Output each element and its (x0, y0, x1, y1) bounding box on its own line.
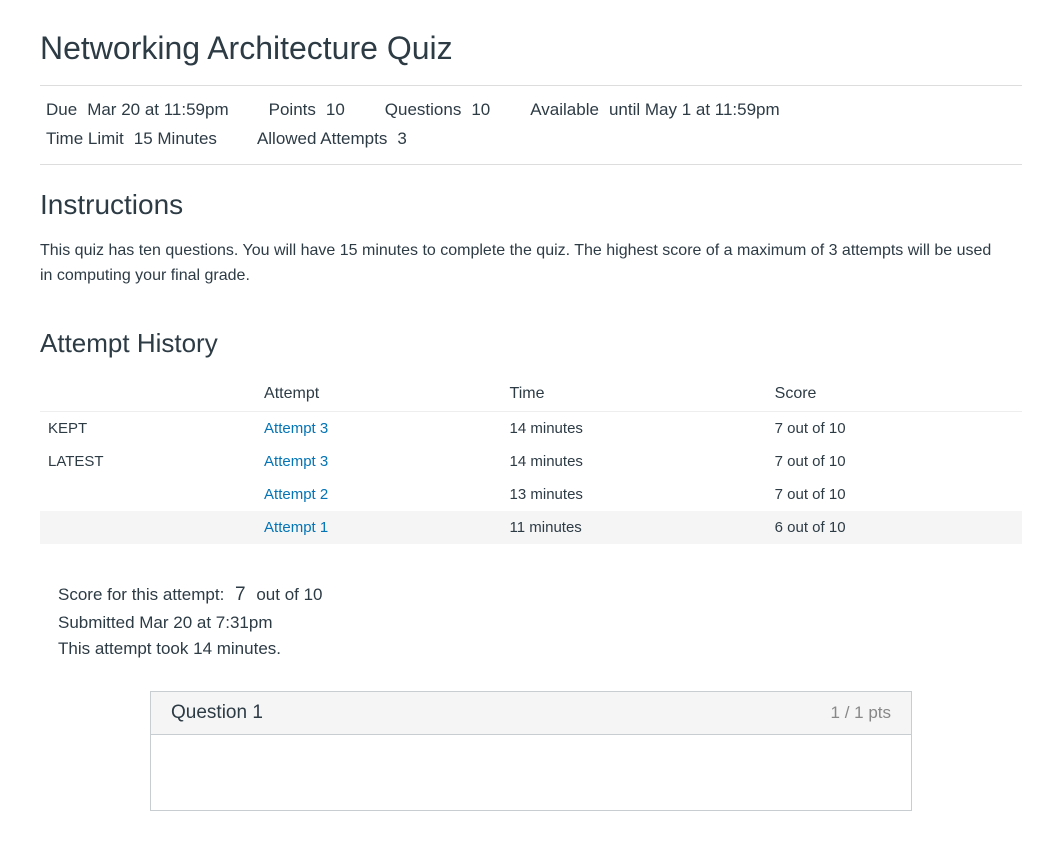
meta-questions: Questions 10 (385, 96, 490, 125)
attempt-history-table: Attempt Time Score KEPT Attempt 3 14 min… (40, 377, 1022, 544)
table-row: LATEST Attempt 3 14 minutes 7 out of 10 (40, 445, 1022, 478)
attempt-history-heading: Attempt History (40, 328, 1022, 359)
score-label: Score for this attempt: (58, 585, 224, 604)
row-time: 14 minutes (502, 412, 767, 446)
col-score-header: Score (767, 377, 1022, 412)
row-badge: LATEST (40, 445, 256, 478)
meta-allowed-label: Allowed Attempts (257, 125, 387, 154)
row-score: 7 out of 10 (767, 478, 1022, 511)
row-time: 14 minutes (502, 445, 767, 478)
quiz-title: Networking Architecture Quiz (40, 30, 1022, 67)
meta-timelimit-label: Time Limit (46, 125, 124, 154)
question-card: Question 1 1 / 1 pts (150, 691, 912, 811)
row-score: 7 out of 10 (767, 445, 1022, 478)
row-score: 7 out of 10 (767, 412, 1022, 446)
score-value: 7 (229, 580, 252, 609)
meta-allowed: Allowed Attempts 3 (257, 125, 407, 154)
score-summary: Score for this attempt: 7 out of 10 Subm… (40, 580, 1022, 662)
table-row: Attempt 1 11 minutes 6 out of 10 (40, 511, 1022, 544)
instructions-heading: Instructions (40, 189, 1022, 221)
row-badge (40, 478, 256, 511)
score-suffix: out of 10 (256, 585, 322, 604)
duration-text: This attempt took 14 minutes. (58, 636, 1004, 662)
submitted-text: Submitted Mar 20 at 7:31pm (58, 610, 1004, 636)
meta-allowed-value: 3 (397, 125, 406, 154)
meta-questions-value: 10 (471, 96, 490, 125)
question-title: Question 1 (171, 702, 263, 724)
meta-available-value: until May 1 at 11:59pm (609, 96, 780, 125)
row-time: 13 minutes (502, 478, 767, 511)
row-badge (40, 511, 256, 544)
table-row: Attempt 2 13 minutes 7 out of 10 (40, 478, 1022, 511)
meta-timelimit-value: 15 Minutes (134, 125, 217, 154)
question-body (151, 735, 911, 795)
quiz-meta-bar: Due Mar 20 at 11:59pm Points 10 Question… (40, 85, 1022, 165)
meta-questions-label: Questions (385, 96, 462, 125)
col-time-header: Time (502, 377, 767, 412)
attempt-link[interactable]: Attempt 3 (264, 453, 328, 470)
attempt-link[interactable]: Attempt 3 (264, 420, 328, 437)
table-header-row: Attempt Time Score (40, 377, 1022, 412)
row-badge: KEPT (40, 412, 256, 446)
question-points: 1 / 1 pts (831, 703, 891, 723)
attempt-link[interactable]: Attempt 2 (264, 486, 328, 503)
meta-points: Points 10 (269, 96, 345, 125)
row-time: 11 minutes (502, 511, 767, 544)
meta-available: Available until May 1 at 11:59pm (530, 96, 779, 125)
meta-due-label: Due (46, 96, 77, 125)
meta-timelimit: Time Limit 15 Minutes (46, 125, 217, 154)
col-attempt-header: Attempt (256, 377, 502, 412)
meta-available-label: Available (530, 96, 599, 125)
instructions-body: This quiz has ten questions. You will ha… (40, 239, 1000, 289)
meta-due: Due Mar 20 at 11:59pm (46, 96, 229, 125)
question-header: Question 1 1 / 1 pts (151, 692, 911, 735)
meta-points-value: 10 (326, 96, 345, 125)
attempt-link[interactable]: Attempt 1 (264, 519, 328, 536)
meta-due-value: Mar 20 at 11:59pm (87, 96, 228, 125)
table-row: KEPT Attempt 3 14 minutes 7 out of 10 (40, 412, 1022, 446)
meta-points-label: Points (269, 96, 316, 125)
row-score: 6 out of 10 (767, 511, 1022, 544)
col-badge-header (40, 377, 256, 412)
